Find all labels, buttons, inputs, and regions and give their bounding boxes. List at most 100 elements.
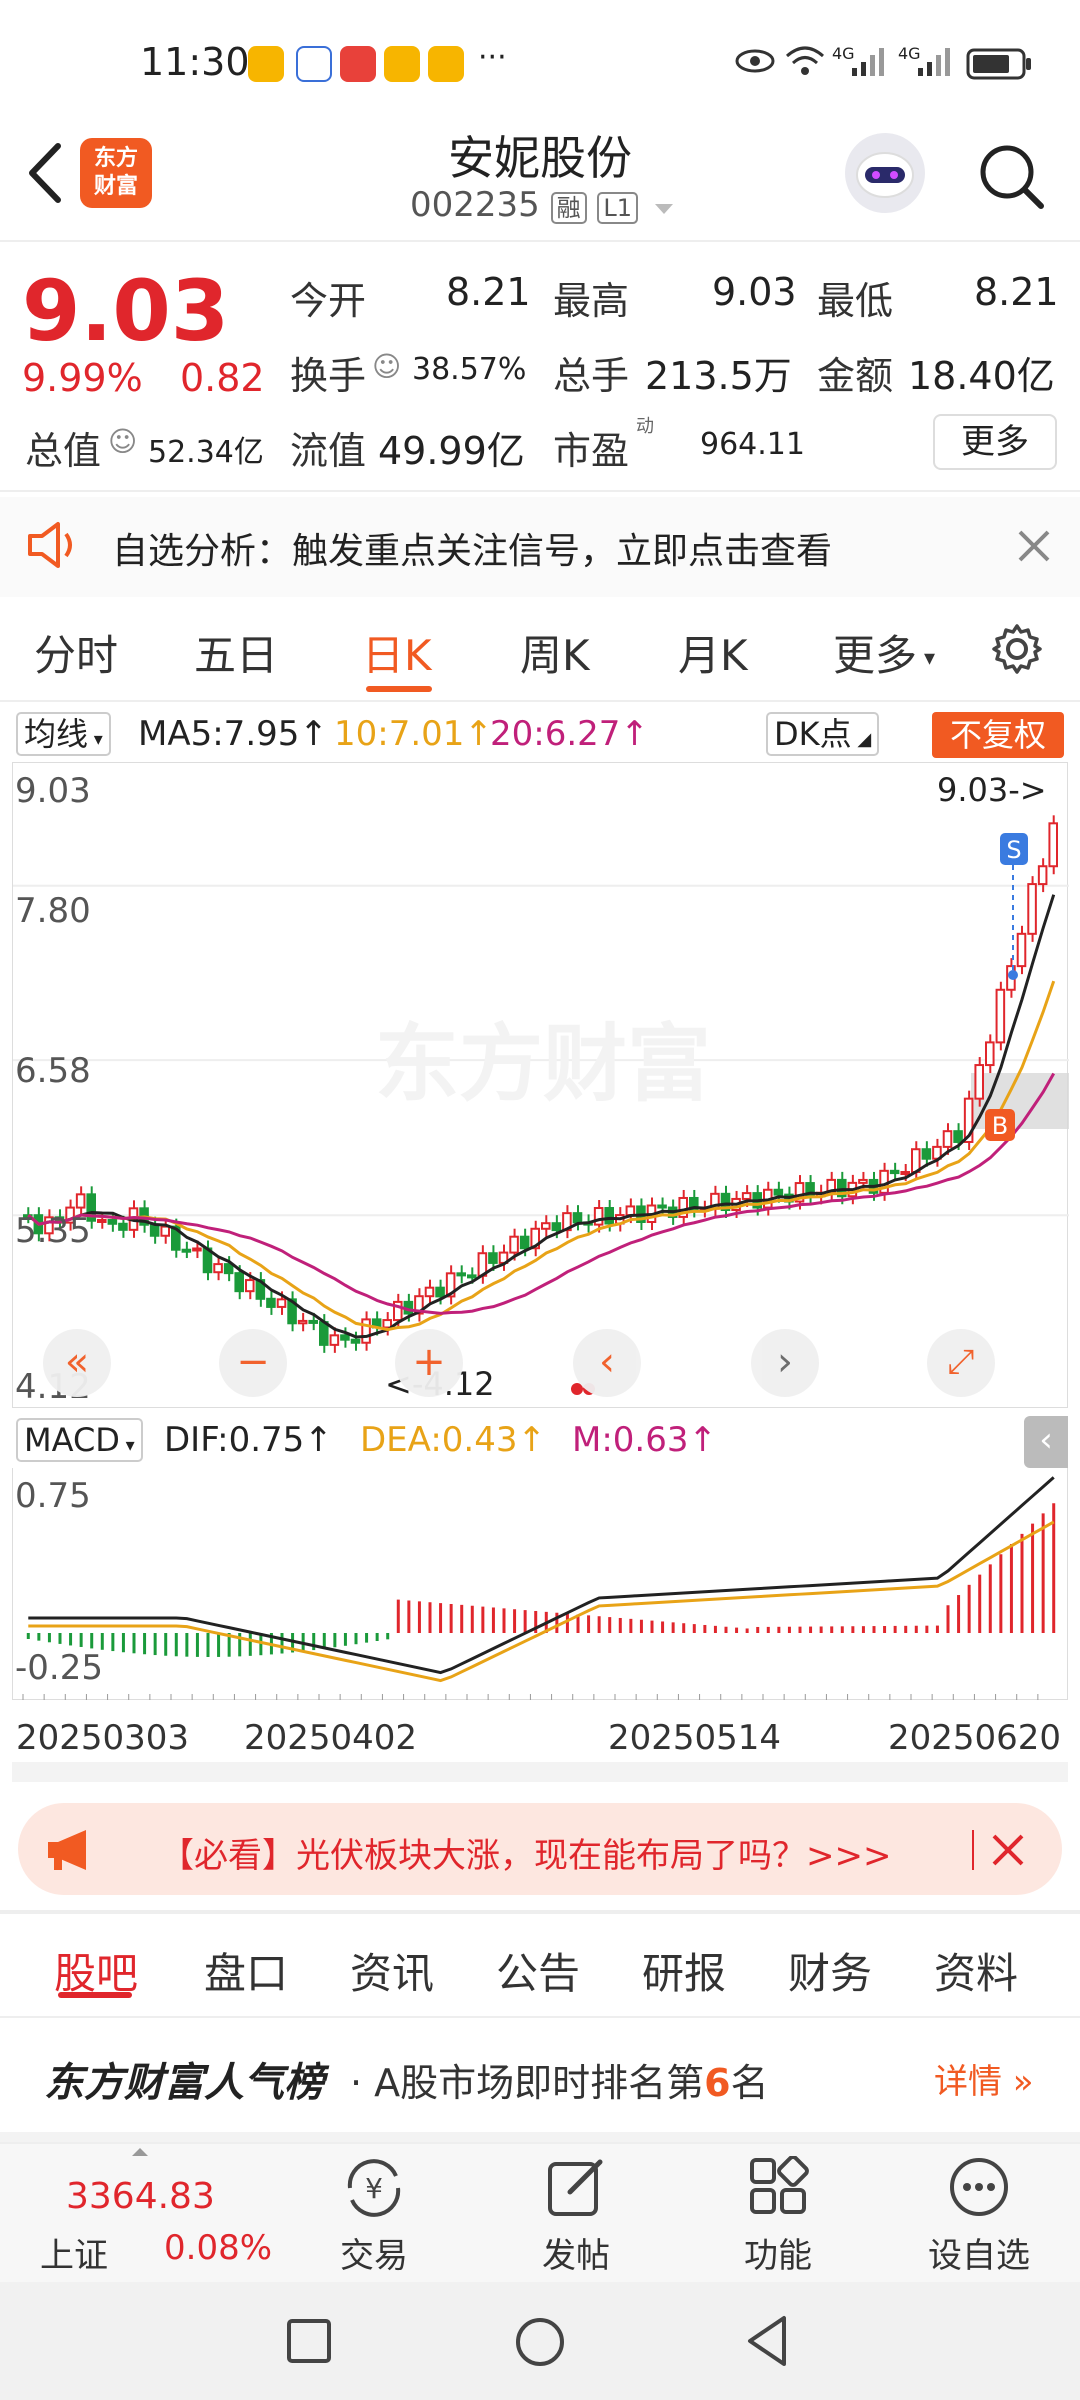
- candle: [900, 1171, 911, 1176]
- candle: [625, 1205, 636, 1217]
- trade-button[interactable]: 交易: [340, 2228, 408, 2277]
- edit-post-icon[interactable]: [546, 2156, 606, 2218]
- grid-function-icon[interactable]: [748, 2156, 810, 2218]
- rank-detail-link[interactable]: 详情 »: [934, 2054, 1034, 2103]
- index-value[interactable]: 3364.83: [66, 2176, 215, 2217]
- weibo-icon: [248, 46, 284, 82]
- y-tick: 6.58: [15, 1051, 91, 1091]
- buy-mark: B: [992, 1112, 1008, 1140]
- tab-intraday[interactable]: 分时: [34, 622, 118, 683]
- function-button[interactable]: 功能: [744, 2228, 812, 2277]
- index-change: 0.08%: [164, 2228, 273, 2268]
- change-amount: 0.82: [180, 356, 265, 400]
- tab-research[interactable]: 研报: [642, 1940, 726, 2001]
- candle: [604, 1207, 615, 1225]
- close-icon[interactable]: [990, 1832, 1026, 1868]
- expand-caret-icon[interactable]: [132, 2148, 148, 2156]
- candle: [319, 1321, 329, 1346]
- nav-back-icon[interactable]: [744, 2314, 790, 2368]
- macd-dea: DEA:0.43↑: [360, 1420, 546, 1460]
- macd-indicator-select[interactable]: MACD ▾: [16, 1418, 143, 1462]
- candlestick-svg: 东方财富 S B 9.03-> <-4.12: [13, 771, 1069, 1403]
- trade-icon[interactable]: ¥: [340, 2156, 408, 2220]
- macd-chart[interactable]: 0.75 -0.25: [12, 1468, 1068, 1700]
- info-icon[interactable]: ☺: [372, 350, 401, 383]
- candle: [889, 1169, 900, 1175]
- scroll-left-button[interactable]: ‹: [573, 1329, 641, 1397]
- tab-announcement[interactable]: 公告: [496, 1940, 580, 2001]
- watermark: 东方财富: [375, 1015, 711, 1113]
- tab-five-day[interactable]: 五日: [194, 622, 278, 683]
- more-notifications: ···: [478, 40, 507, 75]
- weibo-icon: [428, 46, 464, 82]
- candle: [223, 1263, 234, 1275]
- huawei-icon: [340, 46, 376, 82]
- candle: [456, 1272, 466, 1277]
- recent-apps-icon[interactable]: [286, 2318, 332, 2364]
- add-watchlist-icon[interactable]: [948, 2156, 1010, 2218]
- zoom-in-button[interactable]: +: [395, 1329, 463, 1397]
- candle: [741, 1192, 752, 1200]
- signal-icon: [852, 48, 884, 76]
- float-label: 流值: [290, 429, 367, 473]
- candle: [361, 1318, 371, 1344]
- candle: [234, 1272, 245, 1293]
- tab-weekly-k[interactable]: 周K: [520, 622, 590, 683]
- pe-value: 964.11: [700, 427, 805, 462]
- post-button[interactable]: 发帖: [542, 2228, 610, 2277]
- tab-profile[interactable]: 资料: [934, 1940, 1018, 2001]
- tab-daily-k[interactable]: 日K: [362, 622, 432, 683]
- tab-finance[interactable]: 财务: [788, 1940, 872, 2001]
- divider: [972, 1830, 974, 1870]
- tab-pankou[interactable]: 盘口: [204, 1940, 288, 2001]
- candle: [107, 1218, 118, 1225]
- collapse-panel-button[interactable]: ‹: [1024, 1416, 1068, 1468]
- status-bar: 11:30 ··· 4G 4G: [0, 0, 1080, 130]
- rank-text: · A股市场即时排名第6名: [350, 2061, 769, 2105]
- scroll-left-fast-button[interactable]: «: [43, 1329, 111, 1397]
- signal-dot: [1008, 970, 1018, 980]
- ma5-value: MA5:7.95↑: [138, 714, 328, 754]
- candle: [921, 1148, 932, 1160]
- close-icon[interactable]: [1016, 528, 1052, 564]
- home-icon[interactable]: [514, 2316, 566, 2368]
- candle: [572, 1212, 583, 1224]
- candle: [773, 1188, 784, 1196]
- popularity-rank-row[interactable]: 东方财富人气榜 · A股市场即时排名第6名 详情 »: [0, 2020, 1080, 2132]
- high-value: 9.03: [712, 270, 797, 314]
- scroll-right-button[interactable]: ›: [751, 1329, 819, 1397]
- change-percent: 9.99%: [22, 356, 143, 400]
- y-tick: 7.80: [15, 891, 91, 931]
- candle: [75, 1193, 86, 1209]
- ma10-value: 10:7.01↑: [334, 714, 493, 754]
- margin-tag: 融: [550, 192, 587, 224]
- restore-rights-button[interactable]: 不复权: [932, 712, 1064, 758]
- candlestick-chart[interactable]: 东方财富 S B 9.03-> <-4.12 9.03 7.80 6.58 5.…: [12, 762, 1069, 1408]
- search-icon[interactable]: [975, 140, 1047, 212]
- tab-news[interactable]: 资讯: [350, 1940, 434, 2001]
- gear-icon[interactable]: [990, 622, 1044, 676]
- add-watchlist-button[interactable]: 设自选: [928, 2228, 1030, 2277]
- candle: [995, 988, 1006, 1044]
- moving-average-line: [27, 894, 1056, 1339]
- macd-y-tick: -0.25: [15, 1648, 103, 1688]
- tab-monthly-k[interactable]: 月K: [678, 622, 748, 683]
- dk-point-select[interactable]: DK点 ◢: [766, 712, 880, 756]
- turnover-value: 38.57%: [412, 352, 527, 387]
- more-quote-button[interactable]: 更多: [933, 414, 1057, 470]
- candle: [551, 1222, 562, 1232]
- zoom-out-button[interactable]: −: [219, 1329, 287, 1397]
- weibo-icon: [384, 46, 420, 82]
- assistant-robot-icon[interactable]: [845, 133, 925, 213]
- info-icon[interactable]: ☺: [108, 425, 137, 458]
- candle: [1048, 822, 1059, 868]
- stock-code-row[interactable]: 002235 融 L1: [410, 185, 675, 225]
- indicator-select[interactable]: 均线 ▾: [16, 712, 111, 756]
- fullscreen-icon[interactable]: ⤢: [927, 1329, 995, 1397]
- tab-more[interactable]: 更多 ▾: [833, 622, 935, 683]
- chart-footer: [12, 1762, 1068, 1782]
- stock-code: 002235: [410, 185, 540, 225]
- volume-label: 总手: [553, 354, 630, 398]
- open-value: 8.21: [446, 270, 531, 314]
- macd-line: [28, 1520, 1055, 1683]
